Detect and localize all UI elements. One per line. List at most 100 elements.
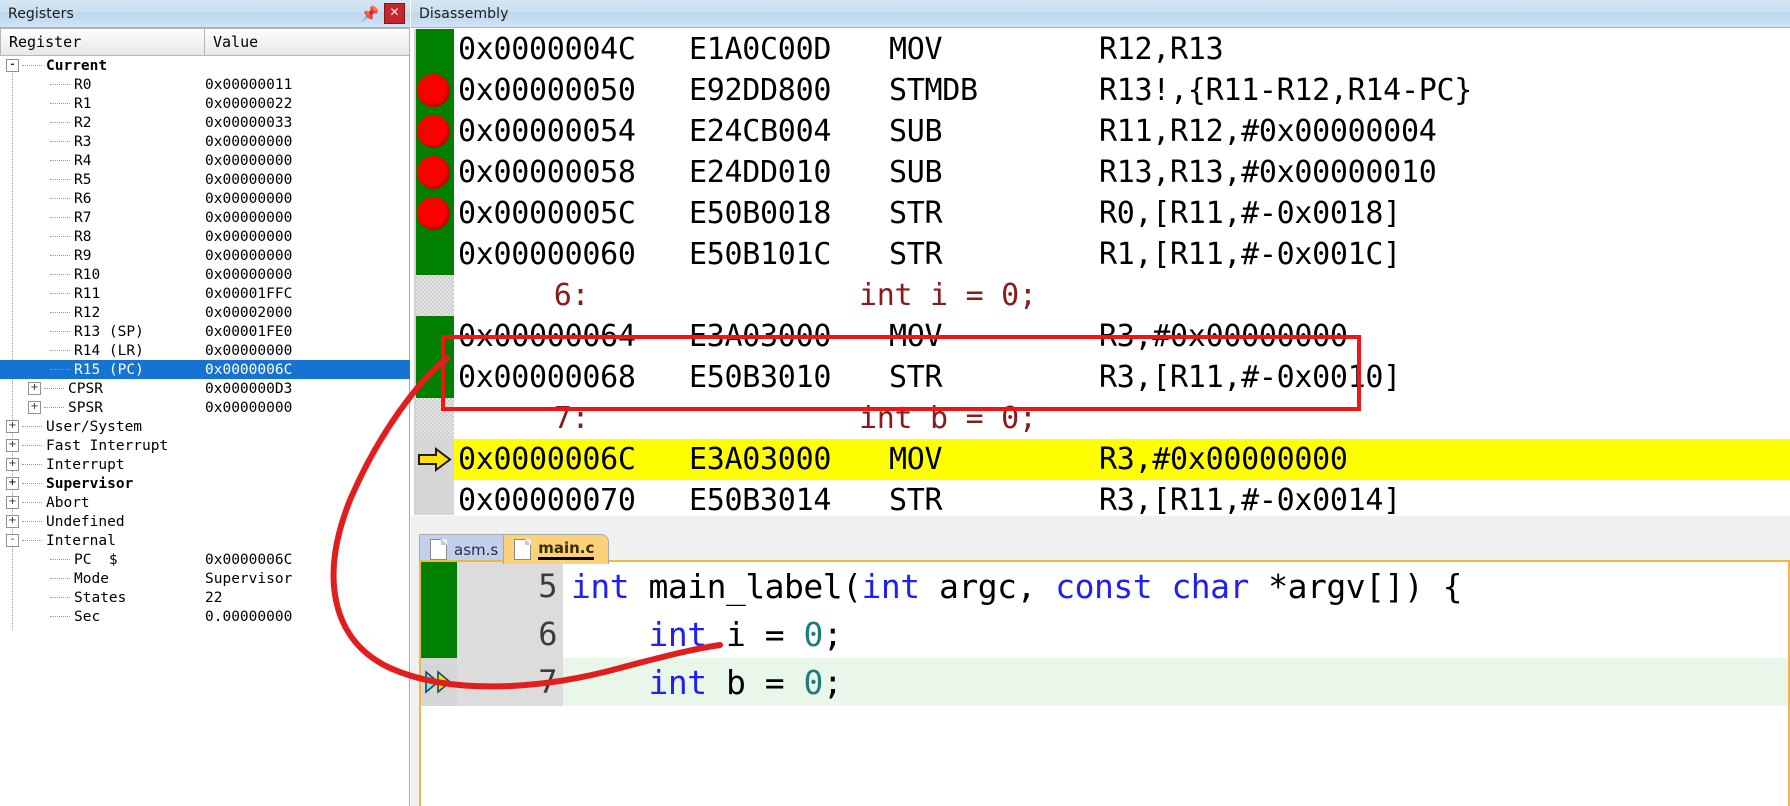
breakpoint-icon[interactable] — [417, 197, 450, 230]
register-row[interactable]: + CPSR 0x000000D3 — [0, 379, 410, 398]
disassembly-row[interactable]: 0x0000005C E50B0018 STR R0,[R11,#-0x0018] — [416, 193, 1790, 234]
disassembly-gutter[interactable] — [416, 316, 454, 357]
register-row[interactable]: + User/System — [0, 417, 410, 436]
register-row[interactable]: States 22 — [0, 588, 410, 607]
disassembly-gutter[interactable] — [416, 480, 454, 515]
disassembly-gutter[interactable] — [416, 398, 454, 439]
tree-dots — [22, 425, 42, 428]
register-row[interactable]: - Internal — [0, 531, 410, 550]
code-gutter[interactable] — [421, 562, 457, 610]
disassembly-rows[interactable]: 0x0000004C E1A0C00D MOV R12,R13 0x00000050 E9… — [414, 29, 1790, 515]
source-code-view[interactable]: 5 int main_label(int argc, const char *ar… — [419, 560, 1790, 806]
code-token: ; — [822, 614, 843, 654]
disassembly-row[interactable]: 0x00000054 E24CB004 SUB R11,R12,#0x00000004 — [416, 111, 1790, 152]
register-row[interactable]: + Abort — [0, 493, 410, 512]
register-row[interactable]: R2 0x00000033 — [0, 113, 410, 132]
pin-icon[interactable]: 📌 — [361, 5, 380, 23]
instruction-address: 0x00000068 — [458, 360, 636, 395]
disassembly-source-line[interactable]: 6: int i = 0; — [416, 275, 1790, 316]
tree-dots — [50, 216, 70, 219]
register-row[interactable]: R14 (LR) 0x00000000 — [0, 341, 410, 360]
disassembly-row[interactable]: 0x00000070 E50B3014 STR R3,[R11,#-0x0014] — [416, 480, 1790, 515]
disassembly-row[interactable]: 0x00000068 E50B3010 STR R3,[R11,#-0x0010] — [416, 357, 1790, 398]
register-row[interactable]: R1 0x00000022 — [0, 94, 410, 113]
breakpoint-icon[interactable] — [417, 115, 450, 148]
register-value: 0x00000000 — [205, 342, 293, 359]
register-row[interactable]: R8 0x00000000 — [0, 227, 410, 246]
register-name: R1 — [74, 95, 92, 112]
instruction-operands: R11,R12,#0x00000004 — [1099, 114, 1437, 149]
code-line[interactable]: 5 int main_label(int argc, const char *ar… — [421, 562, 1788, 610]
register-value: 0x00000000 — [205, 228, 293, 245]
editor-tab-strip[interactable]: asm.s main.c — [419, 530, 610, 564]
disassembly-gutter[interactable] — [416, 111, 454, 152]
expand-toggle-icon[interactable]: + — [6, 496, 19, 509]
expand-toggle-icon[interactable]: + — [28, 401, 41, 414]
code-gutter[interactable] — [421, 658, 457, 706]
register-row[interactable]: R9 0x00000000 — [0, 246, 410, 265]
collapse-toggle-icon[interactable]: - — [6, 534, 19, 547]
code-gutter[interactable] — [421, 610, 457, 658]
register-name: Interrupt — [46, 456, 125, 473]
register-row[interactable]: R12 0x00002000 — [0, 303, 410, 322]
register-row[interactable]: R7 0x00000000 — [0, 208, 410, 227]
tree-dots — [50, 349, 70, 352]
column-header-value[interactable]: Value — [205, 28, 410, 56]
register-row[interactable]: R6 0x00000000 — [0, 189, 410, 208]
register-row[interactable]: Sec 0.00000000 — [0, 607, 410, 626]
disassembly-row[interactable]: 0x00000050 E92DD800 STMDB R13!,{R11-R12,R14… — [416, 70, 1790, 111]
code-token: 0 — [803, 614, 823, 654]
disassembly-gutter[interactable] — [416, 234, 454, 275]
register-row[interactable]: R10 0x00000000 — [0, 265, 410, 284]
instruction-operands: R0,[R11,#-0x0018] — [1099, 196, 1401, 231]
register-row[interactable]: R3 0x00000000 — [0, 132, 410, 151]
disassembly-gutter[interactable] — [416, 193, 454, 234]
disassembly-gutter[interactable] — [416, 357, 454, 398]
register-row[interactable]: R11 0x00001FFC — [0, 284, 410, 303]
code-line[interactable]: 6 int i = 0; — [421, 610, 1788, 658]
disassembly-gutter[interactable] — [416, 439, 454, 480]
register-row[interactable]: R13 (SP) 0x00001FE0 — [0, 322, 410, 341]
register-row[interactable]: - Current — [0, 56, 410, 75]
register-row[interactable]: R0 0x00000011 — [0, 75, 410, 94]
register-row[interactable]: + Undefined — [0, 512, 410, 531]
collapse-toggle-icon[interactable]: - — [6, 59, 19, 72]
tree-dots — [50, 178, 70, 181]
register-row[interactable]: + Interrupt — [0, 455, 410, 474]
disassembly-gutter[interactable] — [416, 152, 454, 193]
expand-toggle-icon[interactable]: + — [6, 458, 19, 471]
instruction-mnemonic: SUB — [889, 114, 943, 149]
disassembly-view[interactable]: 0x0000004C E1A0C00D MOV R12,R13 0x00000050 E9… — [411, 28, 1790, 515]
breakpoint-icon[interactable] — [417, 156, 450, 189]
disassembly-row[interactable]: 0x0000004C E1A0C00D MOV R12,R13 — [416, 29, 1790, 70]
code-token: int — [648, 662, 707, 702]
register-row[interactable]: PC $ 0x0000006C — [0, 550, 410, 569]
disassembly-gutter[interactable] — [416, 29, 454, 70]
expand-toggle-icon[interactable]: + — [6, 477, 19, 490]
code-line[interactable]: 7 int b = 0; — [421, 658, 1788, 706]
disassembly-gutter[interactable] — [416, 70, 454, 111]
expand-toggle-icon[interactable]: + — [28, 382, 41, 395]
disassembly-source-line[interactable]: 7: int b = 0; — [416, 398, 1790, 439]
disassembly-row[interactable]: 0x00000064 E3A03000 MOV R3,#0x00000000 — [416, 316, 1790, 357]
disassembly-row[interactable]: 0x00000060 E50B101C STR R1,[R11,#-0x001C] — [416, 234, 1790, 275]
register-row[interactable]: Mode Supervisor — [0, 569, 410, 588]
disassembly-row[interactable]: 0x00000058 E24DD010 SUB R13,R13,#0x00000010 — [416, 152, 1790, 193]
expand-toggle-icon[interactable]: + — [6, 420, 19, 433]
breakpoint-icon[interactable] — [417, 74, 450, 107]
column-header-register[interactable]: Register — [0, 28, 205, 56]
register-row[interactable]: R5 0x00000000 — [0, 170, 410, 189]
editor-tab-main-c[interactable]: main.c — [503, 534, 610, 564]
register-row[interactable]: + Fast Interrupt — [0, 436, 410, 455]
close-icon[interactable]: ✕ — [384, 3, 405, 24]
expand-toggle-icon[interactable]: + — [6, 439, 19, 452]
register-row[interactable]: R4 0x00000000 — [0, 151, 410, 170]
register-row[interactable]: + SPSR 0x00000000 — [0, 398, 410, 417]
registers-tree[interactable]: - Current R0 0x00000011 R1 0x00000022 R2 0x0000… — [0, 56, 410, 806]
register-row[interactable]: + Supervisor — [0, 474, 410, 493]
disassembly-gutter[interactable] — [416, 275, 454, 316]
register-row[interactable]: R15 (PC) 0x0000006C — [0, 360, 410, 379]
disassembly-row[interactable]: 0x0000006C E3A03000 MOV R3,#0x00000000 — [416, 439, 1790, 480]
tree-dots — [44, 387, 64, 390]
expand-toggle-icon[interactable]: + — [6, 515, 19, 528]
